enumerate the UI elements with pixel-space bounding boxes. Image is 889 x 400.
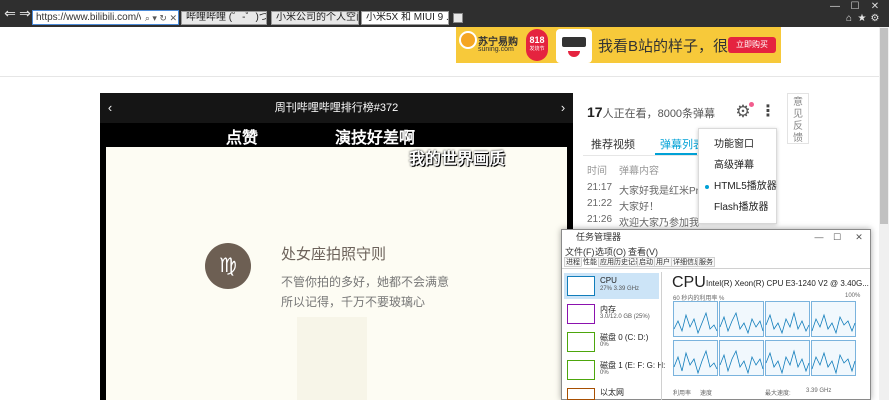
divider bbox=[583, 155, 698, 156]
video-heading: 处女座拍照守则 bbox=[281, 246, 387, 263]
danmaku-time: 21:22 bbox=[587, 198, 613, 209]
tab-title: 小米5X 和 MIUI 9 ... bbox=[366, 12, 449, 23]
suning-logo-icon bbox=[459, 31, 477, 49]
tm-item-value: 0% bbox=[600, 370, 609, 376]
tm-item-value: 3.0/12.0 GB (25%) bbox=[600, 314, 650, 320]
tab-1[interactable]: 哔哩哔哩 (゜-゜)つロ ... bbox=[181, 11, 267, 25]
disk-sparkline-icon bbox=[567, 360, 595, 380]
danmaku-text[interactable]: 大家好我是红米Pro 真 bbox=[619, 182, 699, 197]
ad-slogan: 我看B站的样子，很囧 bbox=[598, 38, 744, 55]
danmaku-time: 21:17 bbox=[587, 182, 613, 193]
ad-buy-button[interactable]: 立即购买 bbox=[728, 37, 776, 53]
danmaku-text[interactable]: 欢迎大家乃参加我们 bbox=[619, 214, 699, 229]
address-bar-url: https://www.bilibili.com/vi bbox=[36, 12, 147, 23]
chevron-left-icon[interactable]: ‹ bbox=[100, 98, 120, 118]
danmaku-time: 21:26 bbox=[587, 214, 613, 225]
viewer-text: 人正在看，8000条弹幕 bbox=[602, 108, 716, 120]
tm-item-value: 27% 3.39 GHz bbox=[600, 286, 640, 292]
video-text-line: 不管你拍的多好，她都不会满意 bbox=[281, 275, 450, 289]
ad-badge: 818 发烧节 bbox=[526, 29, 548, 61]
scrollbar-thumb[interactable] bbox=[880, 28, 888, 224]
cpu-model: Intel(R) Xeon(R) CPU E3-1240 V2 @ 3.40G.… bbox=[706, 279, 869, 288]
tm-item-name: 磁盘 1 (E: F: G: H: bbox=[600, 361, 666, 370]
favorites-icon[interactable]: ★ bbox=[856, 13, 868, 25]
disk-sparkline-icon bbox=[567, 332, 595, 352]
tm-item-value: 0% bbox=[600, 342, 609, 348]
cpu-stat-label: 利用率 bbox=[673, 391, 692, 397]
tm-tab-services[interactable]: 服务 bbox=[697, 257, 715, 267]
column-header-time: 时间 bbox=[587, 166, 607, 177]
cpu-stat-label: 速度 bbox=[700, 391, 713, 397]
forward-icon[interactable]: ⇒ bbox=[17, 4, 33, 22]
menu-item-advanced-danmaku[interactable]: 高级弹幕 bbox=[699, 156, 776, 176]
tm-tab-users[interactable]: 用户 bbox=[654, 257, 672, 267]
new-tab-button[interactable] bbox=[453, 13, 463, 23]
tab-2[interactable]: 小米公司的个人空间 -... bbox=[271, 11, 359, 25]
tm-item-name: CPU bbox=[600, 276, 617, 285]
divider bbox=[562, 268, 870, 269]
address-bar-actions[interactable]: ⌕ ▾ ↻ ✕ bbox=[141, 12, 177, 24]
cpu-stat-value: 3.39 GHz bbox=[806, 388, 832, 394]
menu-item-flash-player[interactable]: Flash播放器 bbox=[699, 198, 776, 218]
danmaku-text[interactable]: 大家好！ bbox=[619, 198, 699, 213]
chevron-right-icon[interactable]: › bbox=[553, 98, 573, 118]
tm-tab-processes[interactable]: 进程 bbox=[564, 257, 582, 267]
minimize-icon[interactable]: — bbox=[828, 2, 842, 12]
column-header-content: 弹幕内容 bbox=[619, 166, 659, 177]
feedback-label: 意见反馈 bbox=[793, 97, 803, 144]
feedback-button[interactable]: 意见反馈 bbox=[787, 93, 809, 144]
viewer-number: 17 bbox=[587, 104, 603, 120]
close-icon[interactable]: ✕ bbox=[852, 230, 866, 244]
cpu-sparkline-icon bbox=[567, 276, 595, 296]
minimize-icon[interactable]: — bbox=[812, 230, 826, 244]
ad-domain: suning.com bbox=[478, 46, 514, 53]
selected-dot-icon bbox=[705, 185, 709, 189]
back-icon[interactable]: ⇐ bbox=[2, 4, 18, 22]
tab-title: 哔哩哔哩 (゜-゜)つロ ... bbox=[186, 12, 266, 23]
menu-item-function-window[interactable]: 功能窗口 bbox=[699, 135, 776, 155]
more-icon[interactable]: ⋮ bbox=[760, 102, 776, 122]
video-decoration bbox=[297, 317, 367, 400]
ad-badge-sub: 发烧节 bbox=[529, 46, 545, 52]
tm-item-name: 以太网 bbox=[600, 388, 624, 397]
notification-dot bbox=[749, 102, 754, 107]
danmaku-comment: 演技好差啊 bbox=[335, 130, 416, 147]
tab-3[interactable]: 小米5X 和 MIUI 9 ... bbox=[361, 11, 449, 25]
cpu-util-max: 100% bbox=[845, 293, 861, 299]
cpu-heading: CPU bbox=[672, 274, 706, 291]
cpu-graph-lines bbox=[673, 311, 856, 375]
maximize-icon[interactable]: ☐ bbox=[848, 2, 862, 12]
cpu-stat-label: 最大速度: bbox=[765, 391, 791, 397]
tab-title: 小米公司的个人空间 -... bbox=[276, 12, 359, 23]
ethernet-sparkline-icon bbox=[567, 388, 595, 400]
tm-tab-performance[interactable]: 性能 bbox=[581, 257, 599, 267]
divider bbox=[661, 272, 662, 400]
window-title-text: 任务管理器 bbox=[576, 232, 622, 242]
menu-item-html5-player[interactable]: HTML5播放器 bbox=[699, 177, 777, 197]
maximize-icon[interactable]: ☐ bbox=[830, 230, 844, 244]
player-title: 周刊哔哩哔哩排行榜#372 bbox=[274, 102, 399, 114]
ad-banner[interactable]: 苏宁易购 suning.com 818 发烧节 我看B站的样子，很囧 立即购买 bbox=[456, 27, 781, 63]
ad-mascot-icon bbox=[556, 29, 592, 63]
home-icon[interactable]: ⌂ bbox=[843, 13, 855, 25]
virgo-icon: ♍ bbox=[205, 243, 251, 289]
video-text-line: 所以记得，千万不要玻璃心 bbox=[281, 295, 426, 309]
tm-tab-startup[interactable]: 启动 bbox=[637, 257, 655, 267]
ad-badge-number: 818 bbox=[529, 35, 545, 45]
viewer-count: 17人正在看，8000条弹幕 bbox=[587, 104, 715, 121]
settings-icon[interactable]: ⚙ bbox=[869, 13, 881, 25]
tab-recommended[interactable]: 推荐视频 bbox=[591, 136, 635, 154]
danmaku-comment: 我的世界画质 bbox=[409, 151, 506, 168]
danmaku-comment: 点赞 bbox=[226, 130, 259, 147]
close-icon[interactable]: ✕ bbox=[868, 2, 882, 12]
memory-sparkline-icon bbox=[567, 304, 595, 324]
